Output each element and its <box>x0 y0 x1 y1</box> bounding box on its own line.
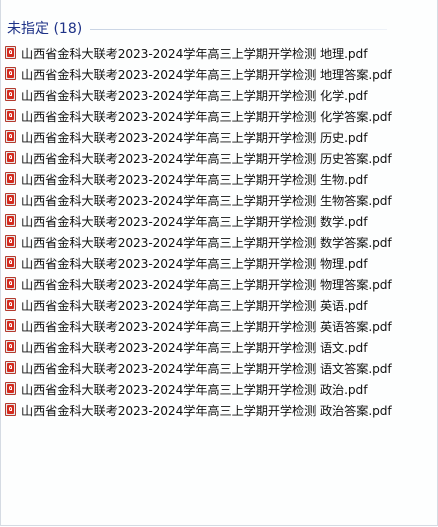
file-name: 山西省金科大联考2023-2024学年高三上学期开学检测 物理答案.pdf <box>21 277 392 292</box>
file-item[interactable]: 山西省金科大联考2023-2024学年高三上学期开学检测 语文答案.pdf <box>5 357 435 378</box>
file-item[interactable]: 山西省金科大联考2023-2024学年高三上学期开学检测 数学.pdf <box>5 210 435 231</box>
file-name: 山西省金科大联考2023-2024学年高三上学期开学检测 数学.pdf <box>21 214 368 229</box>
pdf-file-icon <box>5 130 16 143</box>
pdf-file-icon <box>5 172 16 185</box>
pdf-file-icon <box>5 403 16 416</box>
group-divider <box>90 28 387 30</box>
file-item[interactable]: 山西省金科大联考2023-2024学年高三上学期开学检测 物理.pdf <box>5 252 435 273</box>
file-item[interactable]: 山西省金科大联考2023-2024学年高三上学期开学检测 历史答案.pdf <box>5 147 435 168</box>
file-item[interactable]: 山西省金科大联考2023-2024学年高三上学期开学检测 政治.pdf <box>5 378 435 399</box>
file-name: 山西省金科大联考2023-2024学年高三上学期开学检测 语文答案.pdf <box>21 361 392 376</box>
pdf-file-icon <box>5 361 16 374</box>
file-item[interactable]: 山西省金科大联考2023-2024学年高三上学期开学检测 历史.pdf <box>5 126 435 147</box>
file-name: 山西省金科大联考2023-2024学年高三上学期开学检测 政治答案.pdf <box>21 403 392 418</box>
file-name: 山西省金科大联考2023-2024学年高三上学期开学检测 语文.pdf <box>21 340 368 355</box>
file-name: 山西省金科大联考2023-2024学年高三上学期开学检测 物理.pdf <box>21 256 368 271</box>
file-name: 山西省金科大联考2023-2024学年高三上学期开学检测 生物.pdf <box>21 172 368 187</box>
pdf-file-icon <box>5 277 16 290</box>
pdf-file-icon <box>5 382 16 395</box>
file-name: 山西省金科大联考2023-2024学年高三上学期开学检测 历史答案.pdf <box>21 151 392 166</box>
pdf-file-icon <box>5 298 16 311</box>
file-item[interactable]: 山西省金科大联考2023-2024学年高三上学期开学检测 生物.pdf <box>5 168 435 189</box>
pdf-file-icon <box>5 46 16 59</box>
pdf-file-icon <box>5 151 16 164</box>
file-name: 山西省金科大联考2023-2024学年高三上学期开学检测 英语.pdf <box>21 298 368 313</box>
file-item[interactable]: 山西省金科大联考2023-2024学年高三上学期开学检测 化学答案.pdf <box>5 105 435 126</box>
pdf-file-icon <box>5 214 16 227</box>
group-header[interactable]: 未指定 (18) <box>7 18 387 38</box>
group-title: 未指定 (18) <box>7 21 83 37</box>
file-name: 山西省金科大联考2023-2024学年高三上学期开学检测 地理答案.pdf <box>21 67 392 82</box>
pdf-file-icon <box>5 193 16 206</box>
file-name: 山西省金科大联考2023-2024学年高三上学期开学检测 政治.pdf <box>21 382 368 397</box>
file-name: 山西省金科大联考2023-2024学年高三上学期开学检测 英语答案.pdf <box>21 319 392 334</box>
file-item[interactable]: 山西省金科大联考2023-2024学年高三上学期开学检测 数学答案.pdf <box>5 231 435 252</box>
file-name: 山西省金科大联考2023-2024学年高三上学期开学检测 化学答案.pdf <box>21 109 392 124</box>
file-item[interactable]: 山西省金科大联考2023-2024学年高三上学期开学检测 语文.pdf <box>5 336 435 357</box>
pdf-file-icon <box>5 340 16 353</box>
file-name: 山西省金科大联考2023-2024学年高三上学期开学检测 历史.pdf <box>21 130 368 145</box>
file-item[interactable]: 山西省金科大联考2023-2024学年高三上学期开学检测 物理答案.pdf <box>5 273 435 294</box>
file-name: 山西省金科大联考2023-2024学年高三上学期开学检测 地理.pdf <box>21 46 368 61</box>
file-item[interactable]: 山西省金科大联考2023-2024学年高三上学期开学检测 化学.pdf <box>5 84 435 105</box>
pdf-file-icon <box>5 67 16 80</box>
pdf-file-icon <box>5 319 16 332</box>
file-name: 山西省金科大联考2023-2024学年高三上学期开学检测 生物答案.pdf <box>21 193 392 208</box>
file-name: 山西省金科大联考2023-2024学年高三上学期开学检测 化学.pdf <box>21 88 368 103</box>
pdf-file-icon <box>5 256 16 269</box>
pdf-file-icon <box>5 88 16 101</box>
file-item[interactable]: 山西省金科大联考2023-2024学年高三上学期开学检测 英语.pdf <box>5 294 435 315</box>
file-name: 山西省金科大联考2023-2024学年高三上学期开学检测 数学答案.pdf <box>21 235 392 250</box>
file-item[interactable]: 山西省金科大联考2023-2024学年高三上学期开学检测 英语答案.pdf <box>5 315 435 336</box>
file-item[interactable]: 山西省金科大联考2023-2024学年高三上学期开学检测 政治答案.pdf <box>5 399 435 420</box>
pdf-file-icon <box>5 109 16 122</box>
explorer-list-view: 未指定 (18) 山西省金科大联考2023-2024学年高三上学期开学检测 地理… <box>0 0 438 526</box>
file-item[interactable]: 山西省金科大联考2023-2024学年高三上学期开学检测 地理答案.pdf <box>5 63 435 84</box>
pdf-file-icon <box>5 235 16 248</box>
file-item[interactable]: 山西省金科大联考2023-2024学年高三上学期开学检测 生物答案.pdf <box>5 189 435 210</box>
file-list: 山西省金科大联考2023-2024学年高三上学期开学检测 地理.pdf 山西省金科… <box>5 42 435 420</box>
file-item[interactable]: 山西省金科大联考2023-2024学年高三上学期开学检测 地理.pdf <box>5 42 435 63</box>
